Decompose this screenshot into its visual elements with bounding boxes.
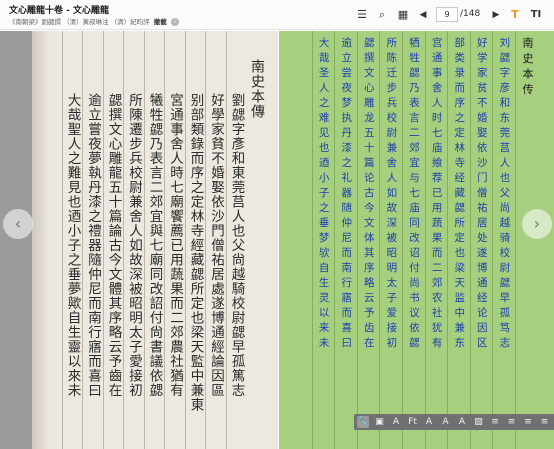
scan-column: 好學家貧不婚娶依沙門僧祐居處遂博通經論因區	[208, 93, 224, 398]
scan-column-rule	[184, 31, 186, 449]
scan-column-rule	[82, 31, 83, 449]
author-line: 《南朝梁》劉勰撰 （清）黃叔琳注 （清）紀昀評	[9, 18, 150, 26]
text-heading: 南史本传	[521, 37, 534, 99]
scan-column: 勰撰文心雕龍五十篇論古今文體其序略云予齒在	[105, 93, 122, 398]
align-center-icon[interactable]: ≡	[506, 416, 518, 428]
text-column-divider	[402, 31, 403, 449]
text-column-divider	[334, 31, 336, 449]
text-column: 所陈迁步兵校尉兼舍人如故深被昭明太子爱接初	[385, 37, 398, 352]
scan-column-rule	[143, 31, 145, 449]
text-column-divider	[447, 31, 449, 449]
reader-content: 南史本傳 劉勰字彥和東莞莒人也父尙越騎校尉勰早孤篤志 好學家貧不婚娶依沙門僧祐居處遂…	[0, 31, 554, 449]
page-gutter	[32, 31, 50, 449]
scan-column-rule	[102, 31, 104, 449]
text-toggle-icon[interactable]: T	[508, 8, 522, 22]
page-total: /148	[460, 9, 481, 19]
book-title: 文心雕龍十卷 - 文心雕龍	[9, 6, 110, 16]
prev-page-icon[interactable]: ◀	[416, 8, 430, 22]
meta-label[interactable]: 撤載	[154, 18, 167, 26]
info-icon[interactable]: i	[170, 18, 179, 26]
text-column: 勰撰文心雕龙五十篇论古今文体其序略云予齿在	[362, 37, 375, 352]
text-column: 逾立尝夜梦执丹漆之礼器随仲尼而南行寤而喜曰	[340, 37, 353, 352]
text-column-divider	[469, 31, 471, 449]
search-icon[interactable]: ⌕	[375, 8, 389, 22]
list-icon[interactable]: ☰	[355, 8, 369, 22]
scan-column: 劉勰字彥和東莞莒人也父尙越騎校尉勰早孤篤志	[228, 93, 245, 398]
text-format-toolbar: 🔧 ▣ A Ft A A A ▨ ≡ ≡ ≡ ≡	[354, 414, 554, 430]
scan-column-rule	[225, 31, 227, 449]
scan-column: 大哉聖人之難見也迺小子之垂夢歟自生靈以來未	[64, 93, 81, 398]
text-column-divider	[379, 31, 381, 449]
font-small-icon[interactable]: A	[440, 416, 452, 428]
text-column-divider	[424, 31, 426, 449]
font-large-icon[interactable]: A	[423, 416, 435, 428]
text-column: 大哉圣人之难见也迺小子之垂梦欤自生灵以来未	[317, 37, 330, 352]
picture-icon[interactable]: ▨	[473, 416, 485, 428]
scan-column: 逾立嘗夜夢執丹漆之禮器隨仲尼而南行寤而喜曰	[85, 93, 101, 398]
text-column-divider	[492, 31, 494, 449]
font-size-decrease-icon[interactable]: A	[390, 416, 402, 428]
scan-column-rule	[164, 31, 165, 449]
scan-column: 所陳遷步兵校尉兼舍人如故深被昭明太子愛接初	[126, 93, 142, 398]
text-column: 部类录而序之定林寺经藏勰所定也梁天监中兼东	[453, 37, 466, 352]
scan-column: 别部類錄而序之定林寺經藏勰所定也梁天監中兼東	[187, 93, 204, 412]
scan-column: 犧牲勰乃表言二郊宜與七廟同改詔付尙書議依勰	[146, 93, 163, 398]
font-medium-icon[interactable]: A	[456, 416, 468, 428]
scanned-page-image: 南史本傳 劉勰字彥和東莞莒人也父尙越騎校尉勰早孤篤志 好學家貧不婚娶依沙門僧祐居處遂…	[32, 31, 278, 449]
align-left-icon[interactable]: ≡	[489, 416, 501, 428]
next-page-icon[interactable]: ▶	[489, 8, 503, 22]
text-column-divider	[515, 31, 516, 449]
scan-heading: 南史本傳	[249, 59, 265, 119]
text-column-divider	[356, 31, 358, 449]
grid-icon[interactable]: ▦	[396, 8, 410, 22]
page-number-input[interactable]: 9	[436, 7, 458, 22]
prev-page-button[interactable]: ‹	[3, 209, 33, 239]
font-icon[interactable]: Ft	[407, 416, 419, 428]
text-pane: 南史本传 刘勰字彦和东莞莒人也父尚越骑校尉勰早孤笃志 好学家贫不婚娶依沙门僧祐居处遂…	[279, 31, 554, 449]
vertical-text-icon[interactable]: TI	[529, 8, 543, 22]
scan-column-rule	[61, 31, 63, 449]
wrench-icon[interactable]: 🔧	[357, 416, 369, 428]
align-right-icon[interactable]: ≡	[522, 416, 534, 428]
align-justify-icon[interactable]: ≡	[539, 416, 551, 428]
next-page-button[interactable]: ›	[522, 209, 552, 239]
top-toolbar: 文心雕龍十卷 - 文心雕龍 《南朝梁》劉勰撰 （清）黃叔琳注 （清）紀昀評 撤載…	[0, 0, 554, 30]
text-column: 好学家贫不婚娶依沙门僧祐居处遂博通经论因区	[475, 37, 488, 352]
text-column: 宫通事舍人时七庙飨荐已用蔬果而二郊农社犹有	[430, 37, 443, 352]
text-column-divider	[311, 31, 313, 449]
scan-column: 宮通事舍人時七廟饗薦已用蔬果而二郊農社猶有	[167, 93, 183, 398]
scan-column-rule	[205, 31, 206, 449]
image-icon[interactable]: ▣	[374, 416, 386, 428]
text-column: 刘勰字彦和东莞莒人也父尚越骑校尉勰早孤笃志	[498, 37, 511, 352]
text-column: 牺牲勰乃表言二郊宜与七庙同改诏付尚书议依勰	[408, 37, 420, 352]
scan-pane: 南史本傳 劉勰字彥和東莞莒人也父尙越騎校尉勰早孤篤志 好學家貧不婚娶依沙門僧祐居處遂…	[0, 31, 278, 449]
book-subtitle: 《南朝梁》劉勰撰 （清）黃叔琳注 （清）紀昀評 撤載 i	[9, 16, 179, 26]
scan-column-rule	[123, 31, 124, 449]
